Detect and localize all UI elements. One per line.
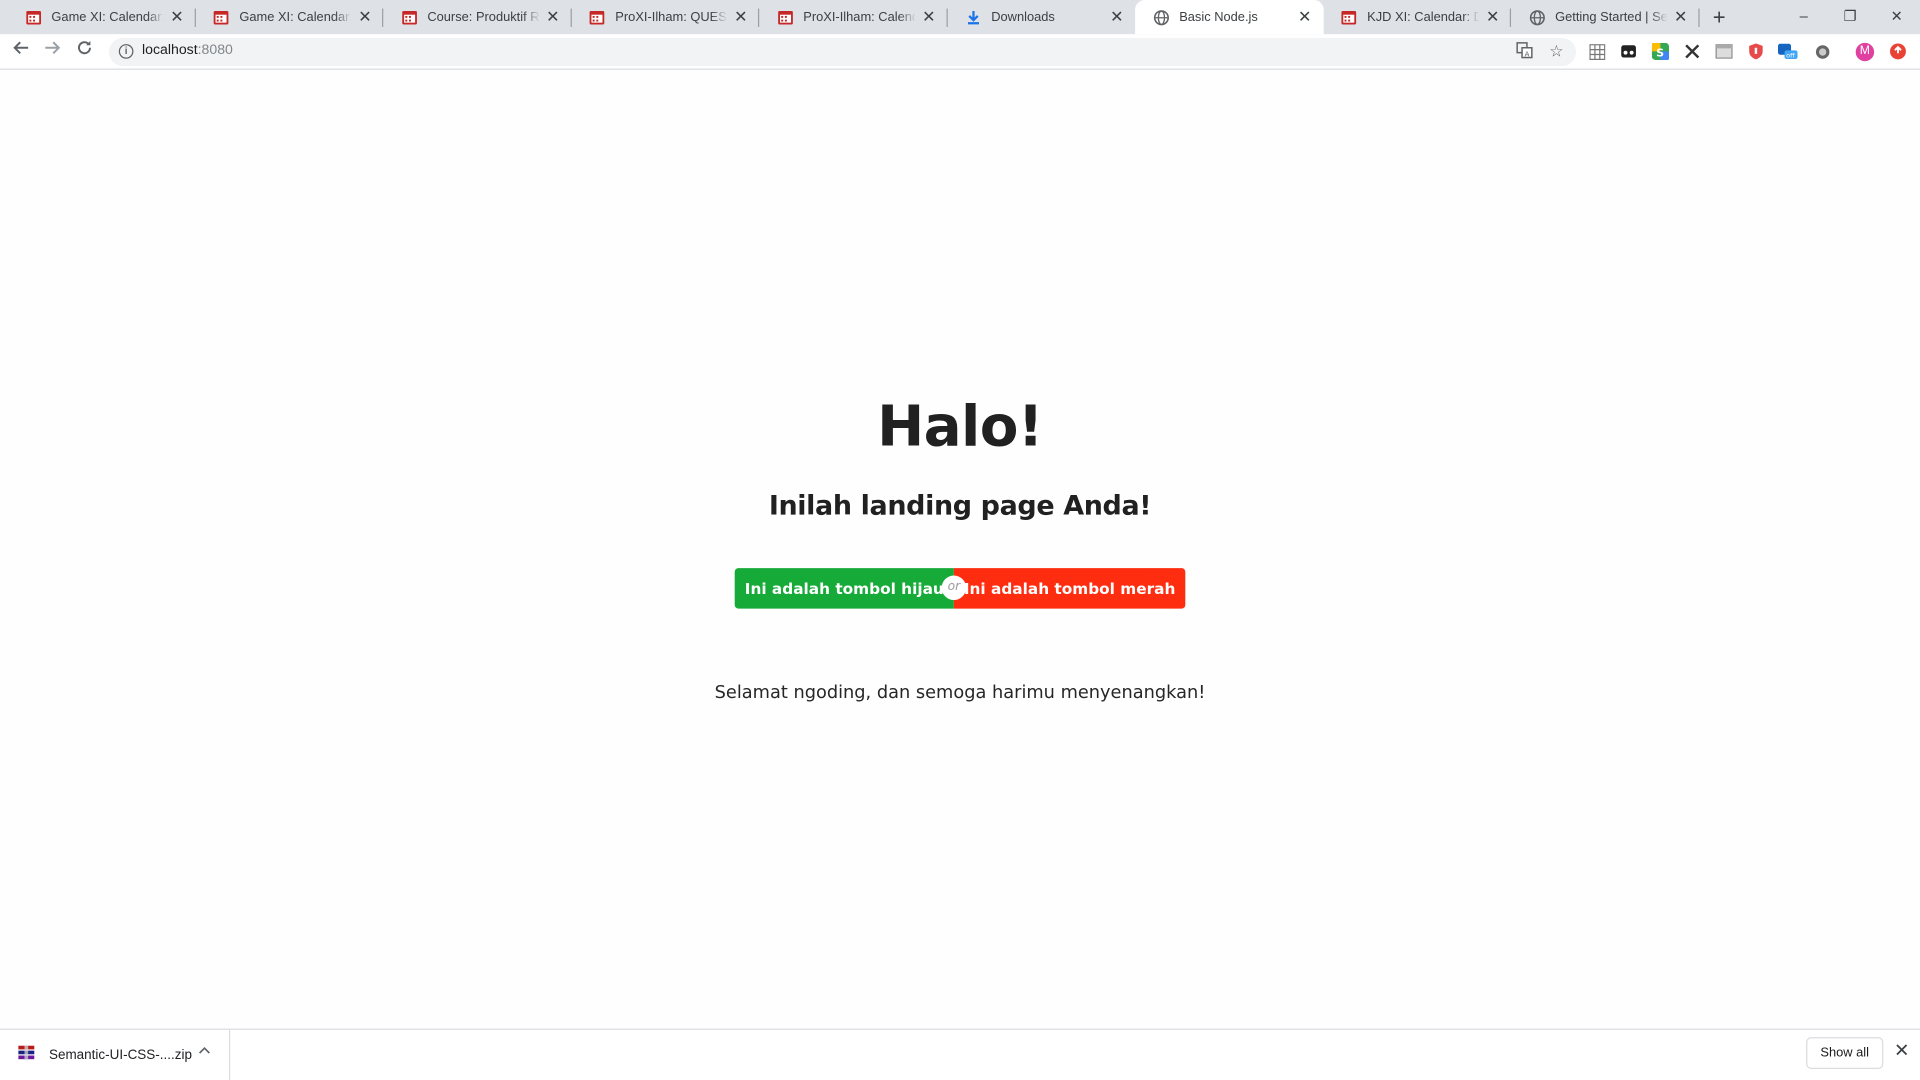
tab-close-icon[interactable]: ✕ bbox=[356, 8, 373, 26]
download-shelf: Semantic-UI-CSS-....zip Show all ✕ bbox=[0, 1028, 1920, 1080]
browser-tab[interactable]: Downloads ✕ bbox=[947, 0, 1135, 34]
page-title: Halo! bbox=[877, 393, 1043, 460]
back-button[interactable] bbox=[9, 39, 33, 63]
download-icon bbox=[964, 9, 981, 26]
browser-window: Game XI: Calendar: Details✕Game XI: Cale… bbox=[0, 0, 1920, 1080]
google-classroom-icon bbox=[1340, 9, 1357, 26]
tab-title: Course: Produktif RPL XI bbox=[427, 9, 540, 25]
download-item[interactable]: Semantic-UI-CSS-....zip bbox=[0, 1029, 231, 1080]
globe-icon bbox=[1528, 9, 1545, 26]
google-classroom-icon bbox=[776, 9, 793, 26]
extension-glasses-icon[interactable] bbox=[1619, 42, 1639, 62]
greeting-text: Selamat ngoding, dan semoga harimu menye… bbox=[714, 683, 1206, 703]
globe-icon bbox=[1152, 9, 1169, 26]
info-icon[interactable]: i bbox=[118, 44, 134, 59]
url-port: :8080 bbox=[197, 42, 233, 58]
new-tab-button[interactable]: + bbox=[1707, 5, 1731, 29]
button-group: Ini adalah tombol hijau Ini adalah tombo… bbox=[734, 568, 1186, 609]
google-classroom-icon bbox=[212, 9, 229, 26]
tab-title: KJD XI: Calendar: Details bbox=[1367, 9, 1479, 25]
google-classroom-icon bbox=[400, 9, 417, 26]
browser-toolbar: i localhost:8080 A ☆ S off M bbox=[0, 34, 1920, 70]
google-classroom-icon bbox=[588, 9, 605, 26]
google-classroom-icon bbox=[24, 9, 41, 26]
tab-close-icon[interactable]: ✕ bbox=[1672, 8, 1689, 26]
url-text[interactable]: localhost:8080 bbox=[142, 43, 233, 58]
show-all-button[interactable]: Show all bbox=[1806, 1037, 1884, 1069]
tab-close-icon[interactable]: ✕ bbox=[732, 8, 749, 26]
reload-icon bbox=[78, 41, 91, 55]
address-bar[interactable]: i localhost:8080 A ☆ bbox=[108, 37, 1576, 67]
svg-text:A: A bbox=[1525, 49, 1530, 58]
browser-tab[interactable]: Course: Produktif RPL XI✕ bbox=[383, 0, 572, 34]
svg-text:off: off bbox=[1786, 51, 1795, 59]
or-divider: or bbox=[941, 575, 967, 601]
browser-tab[interactable]: Basic Node.js ✕ bbox=[1135, 0, 1324, 35]
close-window-button[interactable]: ✕ bbox=[1873, 0, 1920, 34]
browser-tab[interactable]: KJD XI: Calendar: Details ✕ bbox=[1323, 0, 1512, 34]
page-subtitle: Inilah landing page Anda! bbox=[768, 491, 1152, 522]
url-host: localhost bbox=[142, 42, 198, 58]
arrow-left-icon bbox=[13, 41, 29, 54]
tab-close-icon[interactable]: ✕ bbox=[168, 8, 185, 26]
tab-title: Downloads bbox=[991, 9, 1055, 25]
tab-title: Game XI: Calendar: Details bbox=[239, 9, 352, 25]
translate-icon[interactable]: A bbox=[1515, 42, 1535, 62]
tab-separator bbox=[1697, 8, 1699, 27]
extension-grid-icon[interactable] bbox=[1587, 42, 1607, 62]
minimize-button[interactable]: – bbox=[1780, 0, 1827, 34]
browser-tab[interactable]: Game XI: Calendar: Details✕ bbox=[7, 0, 196, 34]
tab-title: ProXI-Ilham: QUESTIONS bbox=[615, 9, 727, 25]
restore-button[interactable]: ❐ bbox=[1827, 0, 1874, 34]
svg-text:S: S bbox=[1656, 46, 1664, 59]
page-content: Halo! Inilah landing page Anda! Ini adal… bbox=[0, 71, 1920, 1029]
extension-x-icon[interactable] bbox=[1682, 42, 1702, 62]
extension-shield-icon[interactable] bbox=[1746, 42, 1766, 62]
tab-close-icon[interactable]: ✕ bbox=[1484, 8, 1501, 26]
tab-close-icon[interactable]: ✕ bbox=[1296, 8, 1313, 26]
profile-initial: M bbox=[1859, 44, 1871, 58]
forward-button[interactable] bbox=[40, 39, 64, 63]
tab-title: Getting Started | Semantic UI bbox=[1555, 9, 1668, 25]
tab-title: Basic Node.js bbox=[1179, 9, 1258, 25]
extension-off-badge-icon[interactable]: off bbox=[1777, 42, 1798, 62]
extension-circle-icon[interactable] bbox=[1812, 42, 1832, 62]
close-shelf-icon[interactable]: ✕ bbox=[1892, 1041, 1912, 1062]
extension-colorful-icon[interactable]: S bbox=[1651, 42, 1671, 62]
arrow-right-icon bbox=[45, 41, 61, 54]
update-alert-icon[interactable] bbox=[1888, 42, 1908, 62]
tab-close-icon[interactable]: ✕ bbox=[1108, 8, 1125, 26]
tab-title: ProXI-Ilham: Calendar: Details bbox=[803, 9, 915, 25]
chevron-up-icon[interactable] bbox=[198, 1043, 210, 1060]
download-file-name: Semantic-UI-CSS-....zip bbox=[48, 1048, 192, 1063]
bookmark-star-icon[interactable]: ☆ bbox=[1547, 42, 1567, 62]
browser-tab[interactable]: ProXI-Ilham: Calendar: Details ✕ bbox=[759, 0, 948, 34]
tab-close-icon[interactable]: ✕ bbox=[544, 8, 561, 26]
browser-tab[interactable]: Game XI: Calendar: Details✕ bbox=[195, 0, 384, 34]
green-button[interactable]: Ini adalah tombol hijau bbox=[734, 568, 954, 609]
profile-avatar[interactable]: M bbox=[1855, 42, 1875, 62]
browser-tab[interactable]: Getting Started | Semantic UI✕ bbox=[1511, 0, 1699, 34]
extension-window-icon[interactable] bbox=[1714, 42, 1734, 62]
zip-file-icon bbox=[17, 1044, 37, 1064]
tab-strip: Game XI: Calendar: Details✕Game XI: Cale… bbox=[0, 0, 1920, 35]
browser-tab[interactable]: ProXI-Ilham: QUESTIONS ✕ bbox=[571, 0, 760, 34]
tab-close-icon[interactable]: ✕ bbox=[920, 8, 937, 26]
red-button[interactable]: Ini adalah tombol merah bbox=[953, 568, 1186, 609]
reload-button[interactable] bbox=[72, 39, 96, 63]
tab-title: Game XI: Calendar: Details bbox=[51, 9, 164, 25]
